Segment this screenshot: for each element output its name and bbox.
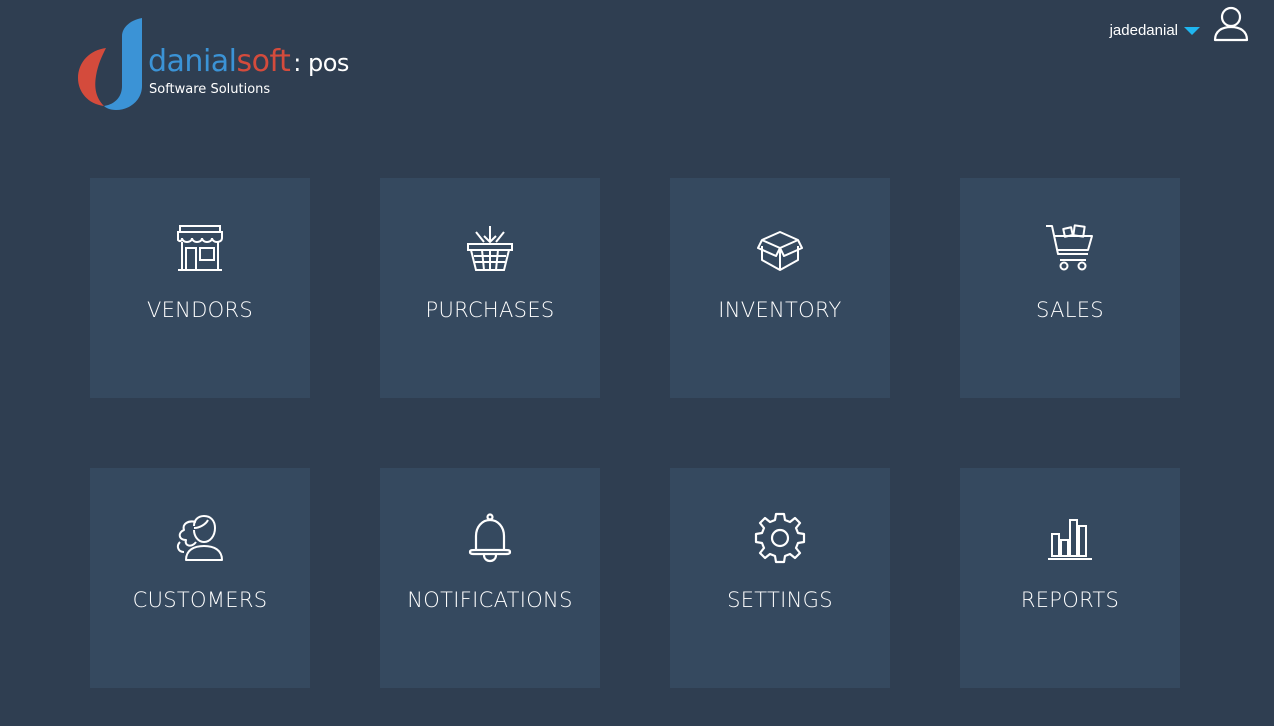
tile-label: INVENTORY <box>718 298 842 322</box>
customer-icon <box>176 515 223 561</box>
tile-label: CUSTOMERS <box>132 588 268 612</box>
logo-mark-icon <box>78 18 142 110</box>
tile-purchases[interactable]: PURCHASES <box>380 178 600 398</box>
brand-tagline: Software Solutions <box>149 82 271 97</box>
bell-icon <box>468 513 512 563</box>
brand-name-part2: soft <box>236 44 291 79</box>
tile-sales[interactable]: SALES <box>960 178 1180 398</box>
cart-icon <box>1046 224 1093 271</box>
gear-icon <box>754 512 806 564</box>
tile-settings[interactable]: SETTINGS <box>670 468 890 688</box>
tile-label: VENDORS <box>146 298 254 322</box>
box-icon <box>757 231 803 271</box>
tile-customers[interactable]: CUSTOMERS <box>90 468 310 688</box>
tile-notifications[interactable]: NOTIFICATIONS <box>380 468 600 688</box>
storefront-icon <box>177 225 223 271</box>
basket-icon <box>467 226 513 271</box>
tile-label: NOTIFICATIONS <box>407 588 573 612</box>
brand-suffix: : pos <box>293 49 349 77</box>
tile-label: SALES <box>1036 298 1104 322</box>
username-label[interactable]: jadedanial <box>1110 22 1178 39</box>
user-menu[interactable]: jadedanial <box>1110 19 1200 41</box>
tile-vendors[interactable]: VENDORS <box>90 178 310 398</box>
tile-label: PURCHASES <box>425 298 555 322</box>
user-icon[interactable] <box>1212 6 1250 42</box>
brand-name-part1: danial <box>148 44 237 79</box>
tile-inventory[interactable]: INVENTORY <box>670 178 890 398</box>
tile-label: REPORTS <box>1020 588 1120 612</box>
brand-logo[interactable]: danialsoft: pos Software Solutions <box>76 16 376 112</box>
brand-wordmark: danialsoft: pos <box>148 44 349 81</box>
tile-reports[interactable]: REPORTS <box>960 468 1180 688</box>
chevron-down-icon[interactable] <box>1184 27 1200 35</box>
dashboard-page: danialsoft: pos Software Solutions jaded… <box>0 0 1274 726</box>
tile-label: SETTINGS <box>727 588 833 612</box>
bar-chart-icon <box>1048 519 1092 560</box>
